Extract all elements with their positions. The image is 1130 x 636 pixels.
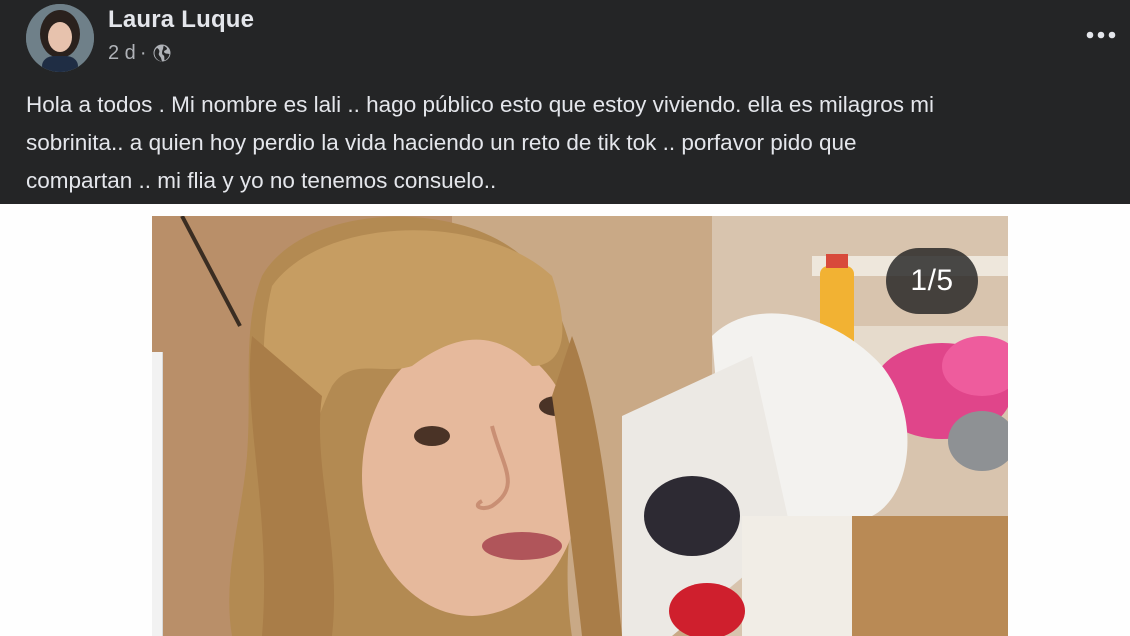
meta-separator: · [139, 41, 147, 64]
more-options-button[interactable] [1084, 18, 1118, 52]
previous-item-edge [152, 352, 163, 636]
more-horizontal-icon [1086, 31, 1116, 39]
photo-counter: 1/5 [886, 248, 978, 314]
post-text: Hola a todos . Mi nombre es lali .. hago… [26, 92, 934, 193]
post-meta: 2 d · [108, 40, 172, 66]
post-header: Laura Luque 2 d · Hola a todos . Mi nomb… [0, 0, 1130, 204]
post-timestamp[interactable]: 2 d [108, 42, 136, 65]
author-avatar[interactable] [26, 4, 94, 72]
photo-illustration [152, 216, 1008, 636]
post-photo[interactable]: 1/5 [152, 216, 1008, 636]
author-name[interactable]: Laura Luque [108, 6, 254, 34]
globe-icon [153, 44, 171, 62]
